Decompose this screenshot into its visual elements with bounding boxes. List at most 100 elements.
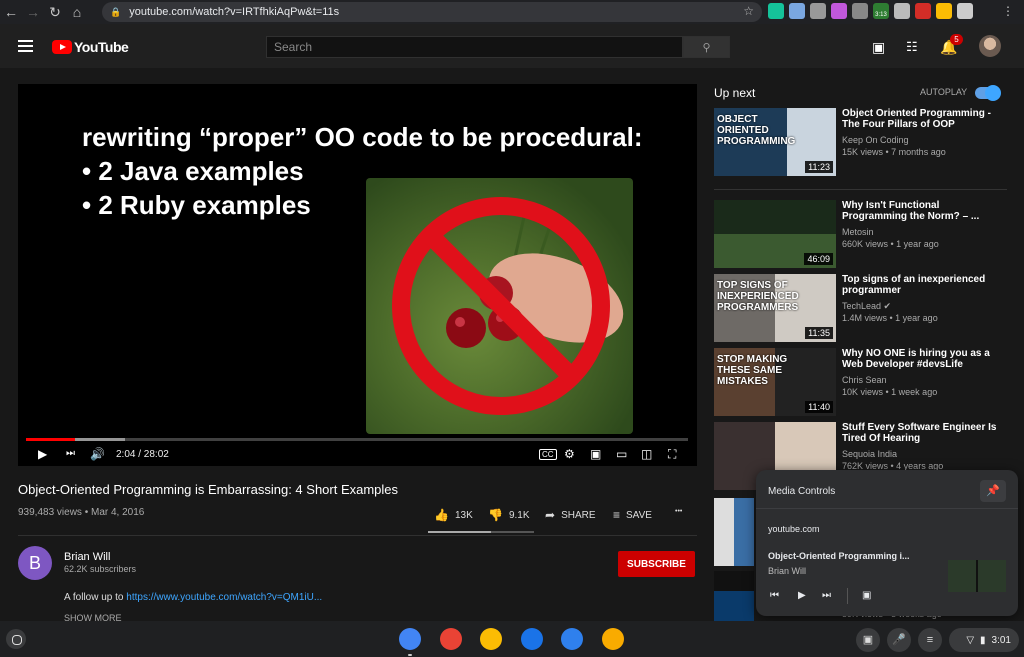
youtube-logo[interactable]: YouTube [52,39,129,55]
channel-name[interactable]: Brian Will [64,551,110,563]
media-artist: Brian Will [768,566,807,576]
like-button[interactable]: 👍 13K [434,508,473,522]
home-icon[interactable]: ⌂ [66,0,88,24]
media-controls-title: Media Controls [768,486,836,497]
previous-track-icon[interactable]: ⏮ [770,590,779,601]
next-track-icon[interactable]: ⏭ [822,590,831,601]
create-video-icon[interactable]: ▣ [872,39,885,56]
reload-icon[interactable]: ↻ [44,0,66,24]
volume-icon[interactable]: 🔊 [90,447,105,461]
rec-channel: Keep On Coding [842,135,909,145]
rec-title[interactable]: Top signs of an inexperienced programmer [842,274,1007,296]
stats-icon[interactable]: 3:13 [873,3,889,19]
refresh-icon[interactable] [894,3,910,19]
bulb-icon[interactable] [810,3,826,19]
rec-thumbnail[interactable]: 46:09 [714,200,836,268]
extension-icon[interactable] [852,3,868,19]
rec-title[interactable]: Why Isn't Functional Programming the Nor… [842,200,1007,222]
next-icon[interactable]: ⏭ [66,448,75,459]
progress-bar[interactable] [26,438,688,441]
lastpass-icon[interactable] [915,3,931,19]
share-label: SHARE [561,509,596,521]
autoplay-toggle[interactable] [975,85,1001,101]
rec-duration: 11:35 [805,327,833,339]
media-tray-icon[interactable]: ≡ [918,628,942,652]
screen-capture-icon[interactable]: ▣ [856,628,880,652]
video-title: Object-Oriented Programming is Embarrass… [18,482,399,497]
rec-thumbnail[interactable]: OBJECT ORIENTED PROGRAMMING 11:23 [714,108,836,176]
gmail-icon[interactable] [439,628,462,650]
extension-tray: 3:13 [768,3,973,19]
thumbnail-caption: TOP SIGNS OF INEXPERIENCED PROGRAMMERS [717,280,799,313]
rec-title[interactable]: Why NO ONE is hiring you as a Web Develo… [842,348,1007,370]
extension-icon[interactable] [789,3,805,19]
notifications-badge: 5 [950,34,963,45]
wifi-icon: ▽ [966,634,975,646]
youtube-logo-text: YouTube [74,39,129,55]
rec-thumbnail[interactable]: TOP SIGNS OF INEXPERIENCED PROGRAMMERS 11… [714,274,836,342]
rec-title[interactable]: Stuff Every Software Engineer Is Tired O… [842,422,1007,444]
back-arrow-icon[interactable]: ← [0,0,22,24]
video-player[interactable]: rewriting “proper” OO code to be procedu… [18,84,697,466]
cast-icon[interactable]: ◫ [641,447,652,461]
media-site: youtube.com [768,524,820,534]
status-area[interactable]: ▽ ▮ 3:01 [949,628,1019,652]
time-display: 2:04 / 28:02 [116,449,169,460]
user-avatar[interactable] [979,35,1001,57]
launcher-icon[interactable] [6,629,26,649]
puzzle-icon[interactable] [957,3,973,19]
drive-icon[interactable] [936,3,952,19]
rec-meta: 15K views • 7 months ago [842,147,946,157]
play-icon[interactable]: ▶ [798,590,806,601]
search-input[interactable]: Search [266,36,683,58]
thumbnail-caption: OBJECT ORIENTED PROGRAMMING [717,114,796,147]
save-label: SAVE [626,509,652,521]
search-button[interactable]: ⚲ [683,36,730,58]
search-icon: ⚲ [702,41,711,54]
os-shelf: ▣ 🎤 ≡ ▽ ▮ 3:01 [0,621,1024,657]
settings-gear-icon[interactable]: ⚙ [564,447,575,461]
channel-subscribers: 62.2K subscribers [64,564,137,574]
share-button[interactable]: ➦ SHARE [545,508,596,522]
rec-channel: Sequoia India [842,449,898,459]
battery-icon: ▮ [980,634,986,646]
radio-icon[interactable] [831,3,847,19]
rec-duration: 11:40 [805,401,833,413]
save-button[interactable]: ≡ SAVE [613,508,652,522]
browser-menu-icon[interactable]: ⋮ [1002,4,1014,18]
slide-title: rewriting “proper” OO code to be procedu… [82,122,643,152]
like-ratio-bar [428,531,534,533]
vscode-icon[interactable] [561,628,583,650]
play-icon[interactable]: ▶ [38,447,47,461]
pin-icon[interactable]: 📌 [980,480,1006,502]
youtube-header: YouTube Search ⚲ ▣ ☷ 🔔 5 [0,24,1024,68]
miniplayer-icon[interactable]: ▣ [590,447,601,461]
bookmark-star-icon[interactable]: ☆ [743,4,754,18]
files-icon[interactable] [520,628,543,650]
running-indicator [408,654,412,656]
photos-icon[interactable] [480,628,502,650]
description-link[interactable]: https://www.youtube.com/watch?v=QM1iU... [126,592,322,603]
microphone-icon[interactable]: 🎤 [887,628,911,652]
rec-thumbnail[interactable]: STOP MAKING THESE SAME MISTAKES 11:40 [714,348,836,416]
address-bar[interactable]: 🔒 youtube.com/watch?v=IRTfhkiAqPw&t=11s … [102,2,762,22]
dislike-button[interactable]: 👎 9.1K [488,508,530,522]
apps-grid-icon[interactable]: ☷ [906,39,918,55]
fullscreen-icon[interactable]: ⛶ [668,447,676,462]
rec-meta: 10K views • 1 week ago [842,387,938,397]
picture-in-picture-icon[interactable]: ▣ [862,590,871,601]
more-actions-button[interactable]: ••• [675,508,682,515]
forward-arrow-icon[interactable]: → [22,0,44,24]
rec-title[interactable]: Object Oriented Programming - The Four P… [842,108,1007,130]
rec-thumbnail[interactable] [714,571,754,621]
subscribe-button[interactable]: SUBSCRIBE [618,551,695,577]
captions-icon[interactable]: CC [539,449,557,460]
grammarly-icon[interactable] [768,3,784,19]
rec-thumbnail[interactable] [714,498,754,566]
canary-icon[interactable] [601,628,624,650]
channel-avatar[interactable]: B [18,546,52,580]
chrome-icon[interactable] [399,628,421,650]
media-controls-popup: Media Controls 📌 youtube.com Object-Orie… [756,470,1018,616]
theater-mode-icon[interactable]: ▭ [616,447,627,461]
hamburger-menu-icon[interactable] [18,40,33,52]
